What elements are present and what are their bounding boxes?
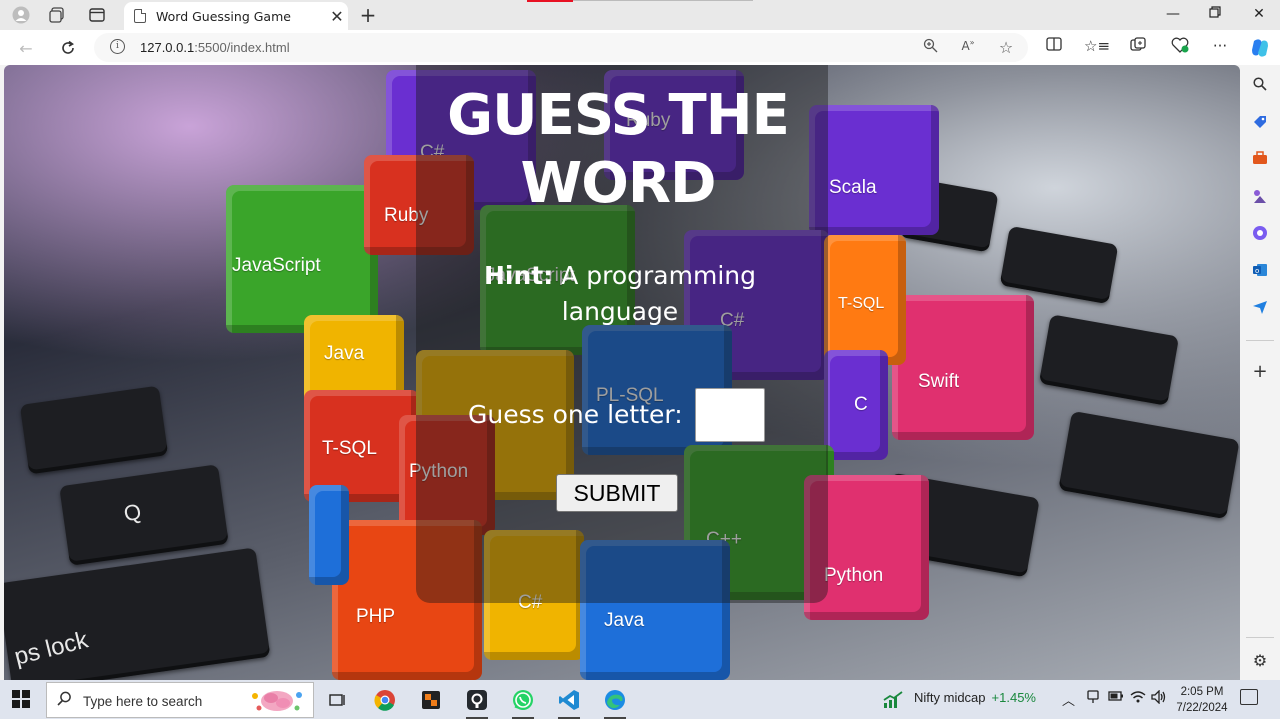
keyboard-key [1038, 314, 1180, 406]
svg-text:o: o [1255, 267, 1259, 275]
page-icon [134, 9, 146, 23]
navigation-bar: ← i 127.0.0.1:5500/index.html A» ☆ ☆≡ ··… [0, 30, 1280, 65]
cube: C [824, 350, 888, 460]
guess-letter-input[interactable] [695, 388, 765, 442]
tab-indicator [527, 0, 573, 2]
cube: JavaScript [226, 185, 378, 333]
keyboard-key [59, 464, 229, 566]
keyboard-key [19, 385, 169, 475]
guess-label: Guess one letter: [468, 400, 683, 429]
wifi-icon[interactable] [1130, 690, 1146, 708]
sidebar-divider [1246, 637, 1274, 638]
keyboard-key [999, 225, 1119, 305]
cube: T-SQL [824, 235, 906, 365]
games-icon[interactable] [1250, 188, 1270, 208]
windows-start-icon[interactable] [12, 690, 30, 708]
notifications-icon[interactable] [1240, 689, 1258, 705]
browser-essentials-icon[interactable] [1168, 37, 1192, 59]
add-icon[interactable]: + [1250, 361, 1270, 382]
tab-title: Word Guessing Game [156, 8, 291, 24]
clock-time: 2:05 PM [1180, 686, 1224, 698]
system-clock[interactable]: 2:05 PM 7/22/2024 [1174, 684, 1230, 716]
volume-icon[interactable] [1151, 689, 1167, 708]
refresh-icon[interactable] [56, 37, 80, 59]
outlook-icon[interactable]: o [1250, 262, 1270, 282]
widget-change: +1.45% [991, 690, 1036, 705]
brain-illustration-icon [252, 691, 302, 711]
active-tab[interactable]: Word Guessing Game ✕ [124, 2, 348, 30]
workspaces-icon[interactable] [44, 4, 70, 26]
keyboard-key [1058, 410, 1240, 520]
submit-button[interactable]: SUBMIT [556, 474, 678, 512]
settings-gear-icon[interactable]: ⚙ [1250, 651, 1270, 671]
edge-icon[interactable] [600, 685, 630, 719]
split-screen-icon[interactable] [1042, 37, 1066, 59]
search-icon[interactable] [1250, 77, 1270, 97]
restore-button[interactable] [1200, 6, 1230, 22]
whatsapp-icon[interactable] [508, 685, 538, 719]
close-window-button[interactable]: ✕ [1244, 6, 1274, 22]
cube: Swift [892, 295, 1034, 440]
favorite-star-icon[interactable]: ☆ [996, 38, 1016, 58]
collections-icon[interactable] [1126, 37, 1150, 59]
stocks-widget[interactable]: Nifty midcap +1.45% [914, 690, 1036, 705]
minimize-button[interactable]: — [1158, 6, 1188, 22]
copilot-apps-icon[interactable] [1250, 225, 1270, 245]
copilot-icon[interactable] [1248, 37, 1272, 59]
hint-text: Hint: A programming language [470, 258, 770, 330]
tab-actions-icon[interactable] [84, 4, 110, 26]
shopping-tag-icon[interactable] [1250, 114, 1270, 134]
task-view-icon[interactable] [322, 685, 352, 715]
stocks-chart-icon[interactable] [880, 685, 906, 715]
chrome-icon[interactable] [370, 685, 400, 715]
hint-value: A programming language [561, 261, 756, 326]
favorites-icon[interactable]: ☆≡ [1084, 37, 1110, 59]
show-hidden-icons-chevron-up-icon[interactable]: ︿ [1062, 690, 1075, 709]
hint-label: Hint: [484, 261, 554, 290]
back-arrow-icon[interactable]: ← [14, 37, 38, 59]
sidebar-divider [1246, 340, 1274, 341]
cube [309, 485, 349, 585]
tab-divider [573, 0, 753, 1]
tools-icon[interactable] [1250, 151, 1270, 171]
close-tab-icon[interactable]: ✕ [326, 7, 348, 26]
clock-date: 7/22/2024 [1176, 702, 1228, 714]
battery-icon[interactable] [1108, 690, 1124, 706]
vscode-icon[interactable] [554, 685, 584, 719]
read-aloud-icon[interactable]: A» [958, 38, 978, 58]
cube: Scala [809, 105, 939, 235]
tab-strip: Word Guessing Game ✕ + — ✕ [0, 0, 1280, 30]
more-options-icon[interactable]: ··· [1208, 37, 1232, 59]
github-desktop-icon[interactable] [462, 685, 492, 719]
send-icon[interactable] [1250, 299, 1270, 319]
taskbar: Type here to search Nifty midcap +1.45% [0, 680, 1280, 719]
new-tab-button[interactable]: + [356, 3, 380, 27]
address-bar[interactable]: i 127.0.0.1:5500/index.html A» ☆ [94, 33, 1028, 62]
page-title: GUESS THE WORD [447, 83, 790, 216]
app-orange-icon[interactable] [416, 685, 446, 715]
edge-sidebar: o + ⚙ [1240, 65, 1280, 680]
url-text[interactable]: 127.0.0.1:5500/index.html [140, 40, 290, 55]
meet-now-icon[interactable] [1086, 690, 1100, 708]
search-placeholder: Type here to search [83, 694, 203, 709]
zoom-icon[interactable] [920, 38, 940, 58]
profile-icon[interactable] [8, 4, 34, 26]
search-icon [57, 691, 72, 710]
site-info-icon[interactable]: i [110, 39, 125, 54]
taskbar-search[interactable]: Type here to search [46, 682, 314, 718]
widget-name: Nifty midcap [914, 690, 986, 705]
